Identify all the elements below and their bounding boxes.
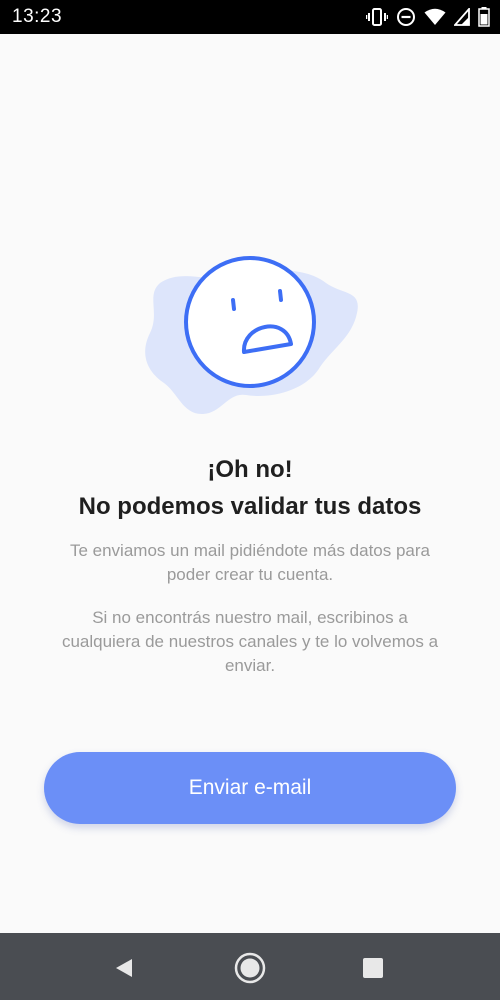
body-paragraph-2-line-1: Si no encontrás nuestro mail, escribinos… — [92, 608, 408, 627]
home-icon — [234, 952, 266, 984]
body-paragraph-1-line-1: Te enviamos un mail pidiéndote más datos… — [69, 541, 431, 560]
status-bar: 13:23 — [0, 0, 500, 34]
page-subtitle: No podemos validar tus datos — [78, 493, 422, 520]
body-paragraph-2-line-3: enviar. — [224, 656, 276, 675]
send-email-button[interactable]: Enviar e-mail — [44, 752, 456, 824]
battery-icon — [478, 7, 490, 27]
wifi-icon — [424, 8, 446, 26]
body-paragraph-1-line-2: poder crear tu cuenta. — [166, 565, 334, 584]
vibrate-icon — [366, 7, 388, 27]
body-paragraph-2-line-2: cualquiera de nuestros canales y te lo v… — [61, 632, 439, 651]
nav-recents-button[interactable] — [353, 948, 393, 988]
sad-face-icon — [145, 256, 358, 415]
body-paragraph-1: Te enviamos un mail pidiéndote más datos… — [30, 539, 470, 587]
signal-icon — [454, 8, 470, 26]
do-not-disturb-icon — [396, 7, 416, 27]
body-paragraph-2: Si no encontrás nuestro mail, escribinos… — [30, 606, 470, 678]
page-title: ¡Oh no! — [207, 456, 293, 483]
sad-face-illustration — [138, 255, 363, 425]
navigation-bar — [0, 933, 500, 1000]
recents-icon — [363, 958, 383, 978]
screen: 13:23 ¡Oh no! No podemos validar tus dat… — [0, 0, 500, 1000]
status-icons — [366, 5, 490, 29]
nav-back-button[interactable] — [104, 948, 144, 988]
nav-home-button[interactable] — [230, 948, 270, 988]
back-icon — [116, 959, 132, 977]
status-time: 13:23 — [12, 6, 63, 27]
